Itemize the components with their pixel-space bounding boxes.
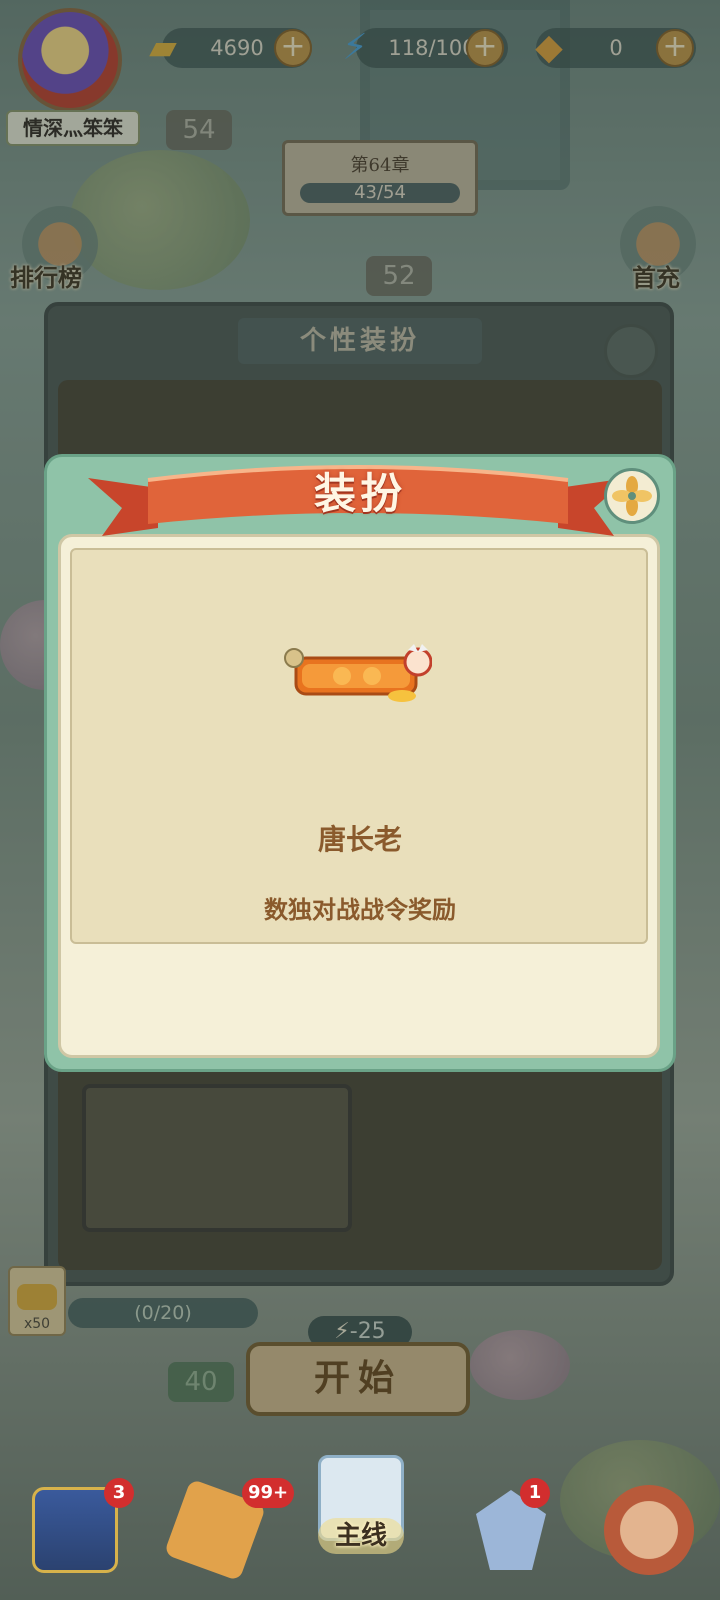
nav-profile[interactable] bbox=[594, 1470, 704, 1590]
avatar-frame-preview bbox=[284, 644, 432, 702]
item-source: 数独对战战令奖励 bbox=[264, 896, 456, 924]
costume-card bbox=[70, 548, 648, 944]
modal-title: 装扮 bbox=[313, 469, 406, 518]
profile-icon bbox=[604, 1485, 694, 1575]
nav-badge: 1 bbox=[520, 1478, 550, 1508]
close-flower-icon bbox=[612, 476, 652, 516]
close-button[interactable] bbox=[604, 468, 660, 524]
nav-badge: 3 bbox=[104, 1478, 134, 1508]
nav-badge: 99+ bbox=[242, 1478, 295, 1508]
nav-label: 主线 bbox=[318, 1518, 404, 1554]
nav-battle[interactable] bbox=[456, 1470, 566, 1590]
item-name: 唐长老 bbox=[317, 823, 402, 856]
